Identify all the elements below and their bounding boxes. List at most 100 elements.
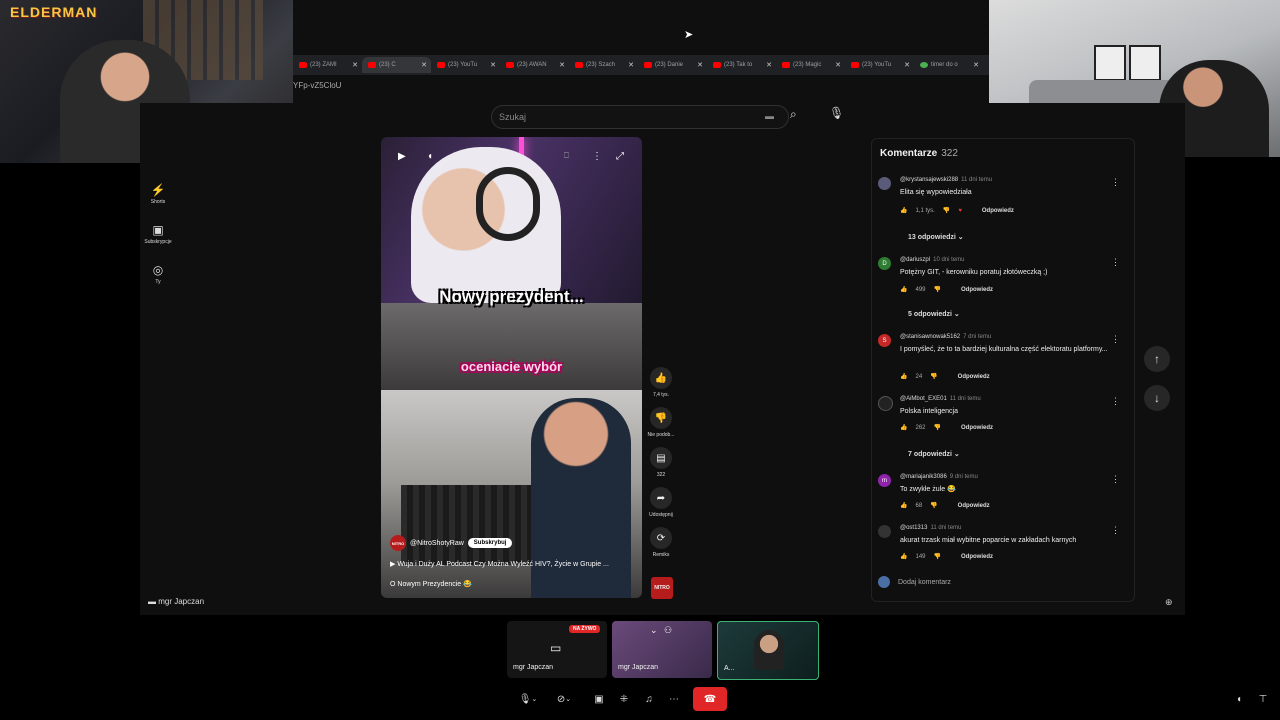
soundboard-button[interactable]: ♫: [640, 688, 658, 710]
remix-button[interactable]: ⟳ Remiks: [645, 527, 677, 558]
browser-tab[interactable]: (23) ZAMI ✕: [293, 57, 362, 73]
previous-video-button[interactable]: ↑: [1144, 346, 1170, 372]
more-vertical-icon[interactable]: ⋮: [1111, 257, 1120, 268]
channel-thumbnail[interactable]: NITRO: [651, 577, 673, 599]
participant-tile[interactable]: NA ŻYWO ▭ mgr Japczan: [507, 621, 607, 678]
channel-avatar[interactable]: NITRO: [390, 535, 406, 551]
add-comment-input[interactable]: Dodaj komentarz: [878, 576, 951, 588]
participants-icon[interactable]: ⚇: [664, 625, 672, 636]
close-icon[interactable]: ✕: [973, 61, 979, 69]
channel-name[interactable]: @NitroShotyRaw: [410, 540, 464, 547]
comment-author[interactable]: @AiMbot_EXE01: [900, 396, 947, 402]
reply-button[interactable]: Odpowiedz: [961, 425, 993, 431]
sidebar-item-shorts[interactable]: ⚡ Shorts: [138, 183, 178, 205]
more-vertical-icon[interactable]: ⋮: [1111, 525, 1120, 536]
browser-tab[interactable]: (23) Magic ✕: [776, 57, 845, 73]
close-icon[interactable]: ✕: [490, 61, 496, 69]
participant-tile[interactable]: A...: [717, 621, 819, 680]
activities-button[interactable]: ⁜: [615, 688, 633, 710]
thumbs-down-icon[interactable]: 👎: [934, 553, 941, 560]
captions-icon[interactable]: ⎕: [564, 151, 569, 161]
next-video-button[interactable]: ↓: [1144, 385, 1170, 411]
comment-author[interactable]: @dariuszpl: [900, 257, 930, 263]
address-bar[interactable]: YFp-vZ5CloU: [293, 81, 989, 95]
more-vertical-icon[interactable]: ⋮: [1111, 474, 1120, 485]
share-button[interactable]: ➦ Udostępnij: [645, 487, 677, 518]
subscribe-button[interactable]: Subskrybuj: [467, 538, 513, 548]
video-title[interactable]: ▶ Wuja i Duży AL Podcast Czy Można Wyleź…: [390, 560, 609, 568]
thumbs-up-icon[interactable]: 👍: [900, 286, 907, 293]
avatar[interactable]: [878, 177, 891, 190]
comment-author[interactable]: @ost1313: [900, 525, 927, 531]
browser-tab[interactable]: timer do o ✕: [914, 57, 983, 73]
thumbs-up-icon[interactable]: 👍: [900, 424, 907, 431]
search-input[interactable]: Szukaj ▬: [491, 105, 789, 129]
close-icon[interactable]: ✕: [559, 61, 565, 69]
sidebar-item-subscriptions[interactable]: ▣ Subskrypcje: [138, 223, 178, 245]
avatar[interactable]: [878, 396, 893, 411]
leave-call-button[interactable]: ☎: [693, 687, 727, 711]
avatar[interactable]: S: [878, 334, 891, 347]
comment-author[interactable]: @mariajanik3086: [900, 474, 947, 480]
more-vertical-icon[interactable]: ⋮: [1111, 177, 1120, 188]
thumbs-down-icon[interactable]: 👎: [934, 424, 941, 431]
avatar[interactable]: [878, 525, 891, 538]
volume-button[interactable]: ◖: [1232, 688, 1246, 710]
browser-tab[interactable]: (23) C ✕: [362, 57, 431, 73]
fullscreen-icon[interactable]: ⤢: [616, 151, 624, 162]
replies-toggle[interactable]: 7 odpowiedzi ⌄: [908, 450, 960, 458]
thumbs-down-icon[interactable]: 👎: [934, 286, 941, 293]
screen-share-button[interactable]: ▣: [590, 688, 608, 710]
microphone-icon[interactable]: 🎙: [829, 106, 844, 120]
browser-tab[interactable]: (23) Tak to ✕: [707, 57, 776, 73]
microphone-button[interactable]: 🎙 ⌄: [512, 688, 544, 710]
more-vertical-icon[interactable]: ⋮: [592, 151, 602, 162]
browser-tab[interactable]: (23) Danie ✕: [638, 57, 707, 73]
thumbs-up-icon[interactable]: 👍: [900, 207, 907, 214]
comment-author[interactable]: @stanisawnowak5162: [900, 334, 960, 340]
close-icon[interactable]: ✕: [766, 61, 772, 69]
shorts-video-player[interactable]: ▶ ◖ ⎕ ⋮ ⤢ Nowy prezydent... oceniacie wy…: [381, 137, 642, 598]
thumbs-down-icon[interactable]: 👎: [943, 207, 950, 214]
close-icon[interactable]: ✕: [904, 61, 910, 69]
camera-button[interactable]: ⊘ ⌄: [548, 688, 580, 710]
close-icon[interactable]: ✕: [628, 61, 634, 69]
play-icon[interactable]: ▶: [398, 151, 406, 162]
close-icon[interactable]: ✕: [697, 61, 703, 69]
dislike-button[interactable]: 👎 Nie podob...: [645, 407, 677, 438]
replies-toggle[interactable]: 5 odpowiedzi ⌄: [908, 310, 960, 318]
thumbs-up-icon[interactable]: 👍: [900, 553, 907, 560]
replies-toggle[interactable]: 13 odpowiedzi ⌄: [908, 233, 964, 241]
browser-tab[interactable]: (23) AWAN ✕: [500, 57, 569, 73]
close-icon[interactable]: ✕: [421, 61, 427, 69]
search-icon[interactable]: ⌕: [790, 107, 797, 122]
reply-button[interactable]: Odpowiedz: [958, 374, 990, 380]
avatar[interactable]: D: [878, 257, 891, 270]
pin-button[interactable]: ⊤: [1256, 688, 1270, 710]
reply-button[interactable]: Odpowiedz: [982, 208, 1014, 214]
close-icon[interactable]: ✕: [352, 61, 358, 69]
thumbs-up-icon[interactable]: 👍: [900, 502, 907, 509]
thumbs-up-icon[interactable]: 👍: [900, 373, 907, 380]
comments-button[interactable]: ▤ 322: [645, 447, 677, 478]
reply-button[interactable]: Odpowiedz: [958, 503, 990, 509]
more-vertical-icon[interactable]: ⋮: [1111, 396, 1120, 407]
browser-tab[interactable]: (23) YouTu ✕: [845, 57, 914, 73]
thumbs-down-icon[interactable]: 👎: [930, 373, 937, 380]
more-button[interactable]: ⋯: [665, 688, 683, 710]
reply-button[interactable]: Odpowiedz: [961, 554, 993, 560]
chevron-down-icon[interactable]: ⌄: [650, 625, 658, 636]
keyboard-icon[interactable]: ▬: [765, 111, 774, 121]
browser-tab[interactable]: (23) Szach ✕: [569, 57, 638, 73]
sidebar-item-you[interactable]: ◎ Ty: [138, 263, 178, 285]
participant-tile[interactable]: ⌄ ⚇ mgr Japczan: [612, 621, 712, 678]
volume-icon[interactable]: ◖: [427, 151, 433, 162]
browser-tab[interactable]: (23) YouTu ✕: [431, 57, 500, 73]
zoom-icon[interactable]: ⊕: [1165, 597, 1173, 608]
avatar[interactable]: m: [878, 474, 891, 487]
comment-author[interactable]: @krystansajewski288: [900, 177, 958, 183]
more-vertical-icon[interactable]: ⋮: [1111, 334, 1120, 345]
thumbs-down-icon[interactable]: 👎: [930, 502, 937, 509]
close-icon[interactable]: ✕: [835, 61, 841, 69]
reply-button[interactable]: Odpowiedz: [961, 287, 993, 293]
